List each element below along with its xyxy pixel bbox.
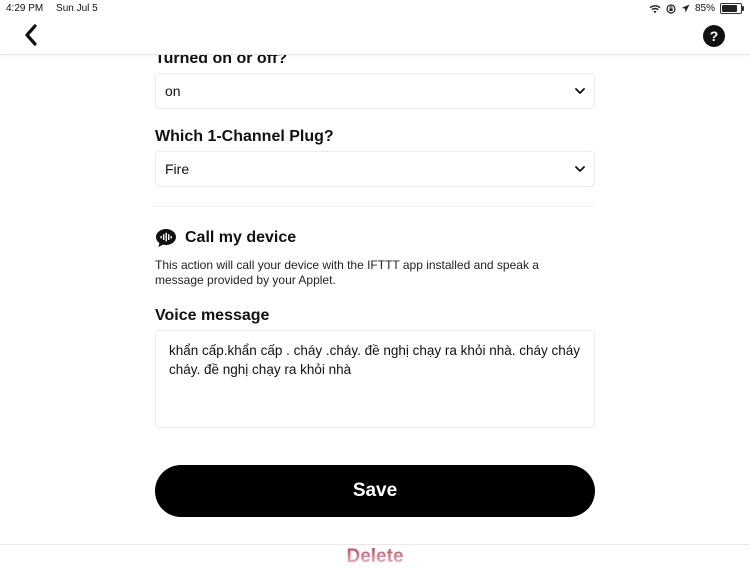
location-arrow-icon xyxy=(681,4,690,13)
action-header: Call my device xyxy=(155,227,296,249)
lock-rotation-icon xyxy=(666,3,676,14)
back-button[interactable] xyxy=(20,22,44,48)
save-button[interactable]: Save xyxy=(155,465,595,517)
chevron-down-icon xyxy=(575,88,585,94)
plug-value: Fire xyxy=(165,161,190,177)
help-button[interactable]: ? xyxy=(703,25,725,47)
action-description: This action will call your device with t… xyxy=(155,258,539,287)
turned-on-off-value: on xyxy=(165,83,181,99)
voice-message-value: khẩn cấp.khẩn cấp . cháy .cháy. đề nghị … xyxy=(169,343,581,377)
wifi-icon xyxy=(649,4,661,13)
nav-bar: ? xyxy=(0,16,750,55)
action-title: Call my device xyxy=(185,229,297,246)
plug-label: Which 1-Channel Plug? xyxy=(155,128,334,145)
status-time: 4:29 PM xyxy=(6,3,44,14)
status-bar: 4:29 PM Sun Jul 5 85% xyxy=(0,0,750,16)
turned-on-off-select[interactable]: on xyxy=(155,73,595,109)
voice-message-label: Voice message xyxy=(155,307,270,324)
voice-message-input[interactable]: khẩn cấp.khẩn cấp . cháy .cháy. đề nghị … xyxy=(155,330,595,428)
battery-percent: 85% xyxy=(694,3,715,14)
chevron-left-icon xyxy=(25,24,37,46)
status-left: 4:29 PM Sun Jul 5 xyxy=(6,3,108,14)
section-divider xyxy=(155,206,595,207)
voice-call-bubble-icon xyxy=(156,229,176,247)
delete-button[interactable]: Delete xyxy=(0,546,750,568)
plug-select[interactable]: Fire xyxy=(155,151,595,187)
chevron-down-icon xyxy=(575,166,585,172)
battery-icon xyxy=(720,3,744,14)
status-date: Sun Jul 5 xyxy=(56,3,98,14)
status-right: 85% xyxy=(649,3,744,14)
